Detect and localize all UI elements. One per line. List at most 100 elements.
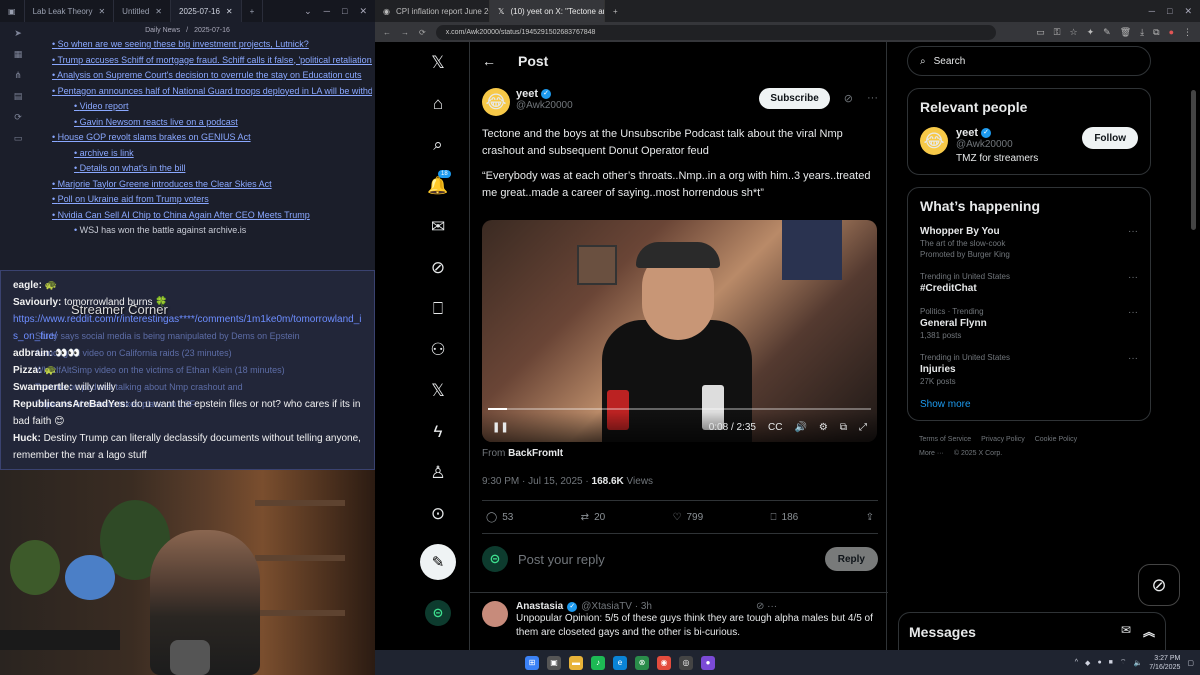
tray-chevron-icon[interactable]: ^ [1075, 659, 1078, 666]
edge-icon[interactable]: e [613, 655, 627, 670]
grid-icon[interactable]: ▦ [14, 49, 23, 60]
grok-icon[interactable]: ⊘ [423, 247, 453, 288]
sync-icon[interactable]: ⟳ [14, 112, 22, 123]
notifications-icon[interactable]: 🔔 18 [423, 165, 453, 206]
outline-link[interactable]: Analysis on Supreme Court's decision to … [40, 68, 372, 84]
show-more-link[interactable]: Show more [920, 399, 1138, 410]
profile-icon[interactable]: ● [1169, 27, 1174, 38]
maximize-icon[interactable]: □ [1167, 6, 1172, 17]
download-icon[interactable]: ⤓ [1140, 27, 1144, 38]
back-arrow-icon[interactable]: ← [482, 53, 496, 69]
notes-tab[interactable]: Lab Leak Theory ✕ [25, 0, 115, 22]
close-icon[interactable]: ✕ [226, 7, 233, 16]
chat-username[interactable]: RepublicansAreBadYes: [13, 399, 129, 410]
reload-icon[interactable]: ⟳ [419, 28, 426, 37]
verified-orgs-icon[interactable]: ϟ [423, 411, 453, 452]
pip-icon[interactable]: ⧉ [840, 422, 847, 433]
maximize-icon[interactable]: □ [342, 6, 347, 17]
chat-link[interactable]: https://www.reddit.com/r/interestingas**… [13, 314, 361, 342]
chat-username[interactable]: Pizza: [13, 365, 41, 376]
terminal-icon[interactable]: ▭ [14, 133, 23, 144]
star-icon[interactable]: ☆ [1070, 27, 1078, 38]
menu-icon[interactable]: ⋮ [1183, 27, 1192, 38]
back-icon[interactable]: ← [383, 28, 391, 37]
chat-username[interactable]: Huck: [13, 433, 41, 444]
notes-sidebar-toggle[interactable]: ▣ [0, 0, 25, 22]
author-avatar[interactable]: 😂 [482, 88, 510, 116]
footer-link[interactable]: Terms of Service [919, 436, 971, 443]
author-handle[interactable]: @Awk20000 [516, 100, 573, 111]
chat-username[interactable]: Swampertle: [13, 382, 72, 393]
more-icon[interactable]: ⊙ [423, 493, 453, 534]
profile-icon[interactable]: ♙ [423, 452, 453, 493]
reply-button[interactable]: Reply [824, 547, 878, 571]
outline-link[interactable]: Marjorie Taylor Greene introduces the Cl… [40, 177, 372, 193]
browser-tab[interactable]: ◉CPI inflation report June 2025✕ [375, 0, 490, 22]
repost-action[interactable]: ⇄ 20 [581, 512, 606, 523]
minimize-icon[interactable]: ─ [1149, 6, 1155, 17]
chat-username[interactable]: eagle: [13, 280, 42, 291]
more-options-icon[interactable]: ··· [1128, 353, 1138, 364]
premium-x-icon[interactable]: 𝕏 [423, 370, 453, 411]
send-icon[interactable]: ➤ [14, 28, 22, 39]
account-avatar[interactable]: ⊝ [425, 600, 451, 626]
reply-action[interactable]: ◯ 53 [486, 512, 513, 523]
compose-post-button[interactable]: ✎ [420, 544, 456, 580]
trend-item[interactable]: Trending in United States #CreditChat ··· [920, 272, 1138, 294]
cast-icon[interactable]: ▭ [1036, 27, 1045, 38]
video-progress-bar[interactable] [488, 408, 871, 410]
puzzle-icon[interactable]: ⧉ [1153, 27, 1159, 38]
reply-author-name[interactable]: Anastasia [516, 601, 563, 612]
close-icon[interactable]: ✕ [98, 7, 105, 16]
page-scrollbar[interactable] [1191, 90, 1196, 230]
trend-item[interactable]: Trending in United States Injuries 27K pos… [920, 353, 1138, 386]
clock[interactable]: 3:27 PM 7/16/2025 [1149, 654, 1180, 672]
spotify-icon[interactable]: ♪ [591, 655, 605, 670]
pen-icon[interactable]: ✎ [1103, 27, 1111, 38]
close-icon[interactable]: ✕ [155, 7, 162, 16]
new-message-icon[interactable]: ✉ [1121, 623, 1131, 640]
settings-icon[interactable]: ⚙ [819, 422, 828, 433]
app-icon[interactable]: ◎ [679, 655, 693, 670]
close-window-icon[interactable]: ✕ [1184, 6, 1192, 17]
volume-icon[interactable]: 🔊 [794, 422, 806, 433]
reply-input[interactable]: Post your reply [518, 552, 605, 567]
browser-tab-active[interactable]: 𝕏(10) yeet on X: "Tectone and✕ [490, 0, 605, 22]
outline-link[interactable]: archive is link [40, 146, 372, 162]
video-source-account[interactable]: BackFromIt [508, 448, 563, 459]
outline-link[interactable]: Video report [40, 99, 372, 115]
outline-link[interactable]: So when are we seeing these big investme… [40, 37, 372, 53]
footer-link[interactable]: More ··· [919, 450, 944, 457]
outline-link[interactable]: Gavin Newsom reacts live on a podcast [40, 115, 372, 131]
pause-icon[interactable]: ❚❚ [492, 422, 509, 433]
xbox-icon[interactable]: ⊗ [635, 655, 649, 670]
task-view-icon[interactable]: ▣ [547, 655, 561, 670]
author-name[interactable]: yeet ✓ [516, 88, 573, 100]
reply-post[interactable]: Anastasia ✓ @XtasiaTV · 3h ⊘ ··· Unpopul… [470, 592, 888, 648]
bookmarks-icon[interactable]: ⎕ [423, 288, 453, 329]
more-options-icon[interactable]: ··· [1128, 307, 1138, 318]
home-icon[interactable]: ⌂ [423, 83, 453, 124]
tray-app-icon[interactable]: ■ [1109, 659, 1113, 666]
new-tab-button[interactable]: + [605, 7, 626, 16]
video-player[interactable]: ❚❚ 0:08 / 2:35 CC 🔊 ⚙ ⧉ ⤢ [482, 220, 877, 442]
bookmark-action[interactable]: ⎕ 186 [771, 512, 799, 523]
outline-link[interactable]: Nvidia Can Sell AI Chip to China Again A… [40, 208, 372, 224]
outline-link[interactable]: Details on what's in the bill [40, 161, 372, 177]
subscribe-button[interactable]: Subscribe [759, 88, 830, 109]
more-options-icon[interactable]: ··· [1128, 226, 1138, 237]
outline-link[interactable]: Trump accuses Schiff of mortgage fraud. … [40, 53, 373, 69]
chevron-down-icon[interactable]: ⌄ [304, 6, 312, 17]
messages-mail-icon[interactable]: ✉ [423, 206, 453, 247]
url-field[interactable]: x.com/Awk20000/status/194529150268376784… [435, 24, 996, 40]
captions-icon[interactable]: CC [768, 422, 782, 433]
tray-app-icon[interactable]: ◆ [1085, 659, 1090, 667]
notifications-icon[interactable]: ▢ [1187, 659, 1194, 667]
volume-icon[interactable]: 🔈 [1134, 659, 1143, 667]
obs-icon[interactable]: ● [701, 655, 715, 670]
trend-item[interactable]: Politics · Trending General Flynn 1,381 po… [920, 307, 1138, 340]
wifi-icon[interactable]: ⌔ [1120, 658, 1127, 667]
search-box[interactable]: ⌕ Search [907, 46, 1151, 76]
more-options-icon[interactable]: ⊘ ··· [756, 601, 777, 612]
template-icon[interactable]: ▤ [14, 91, 23, 102]
